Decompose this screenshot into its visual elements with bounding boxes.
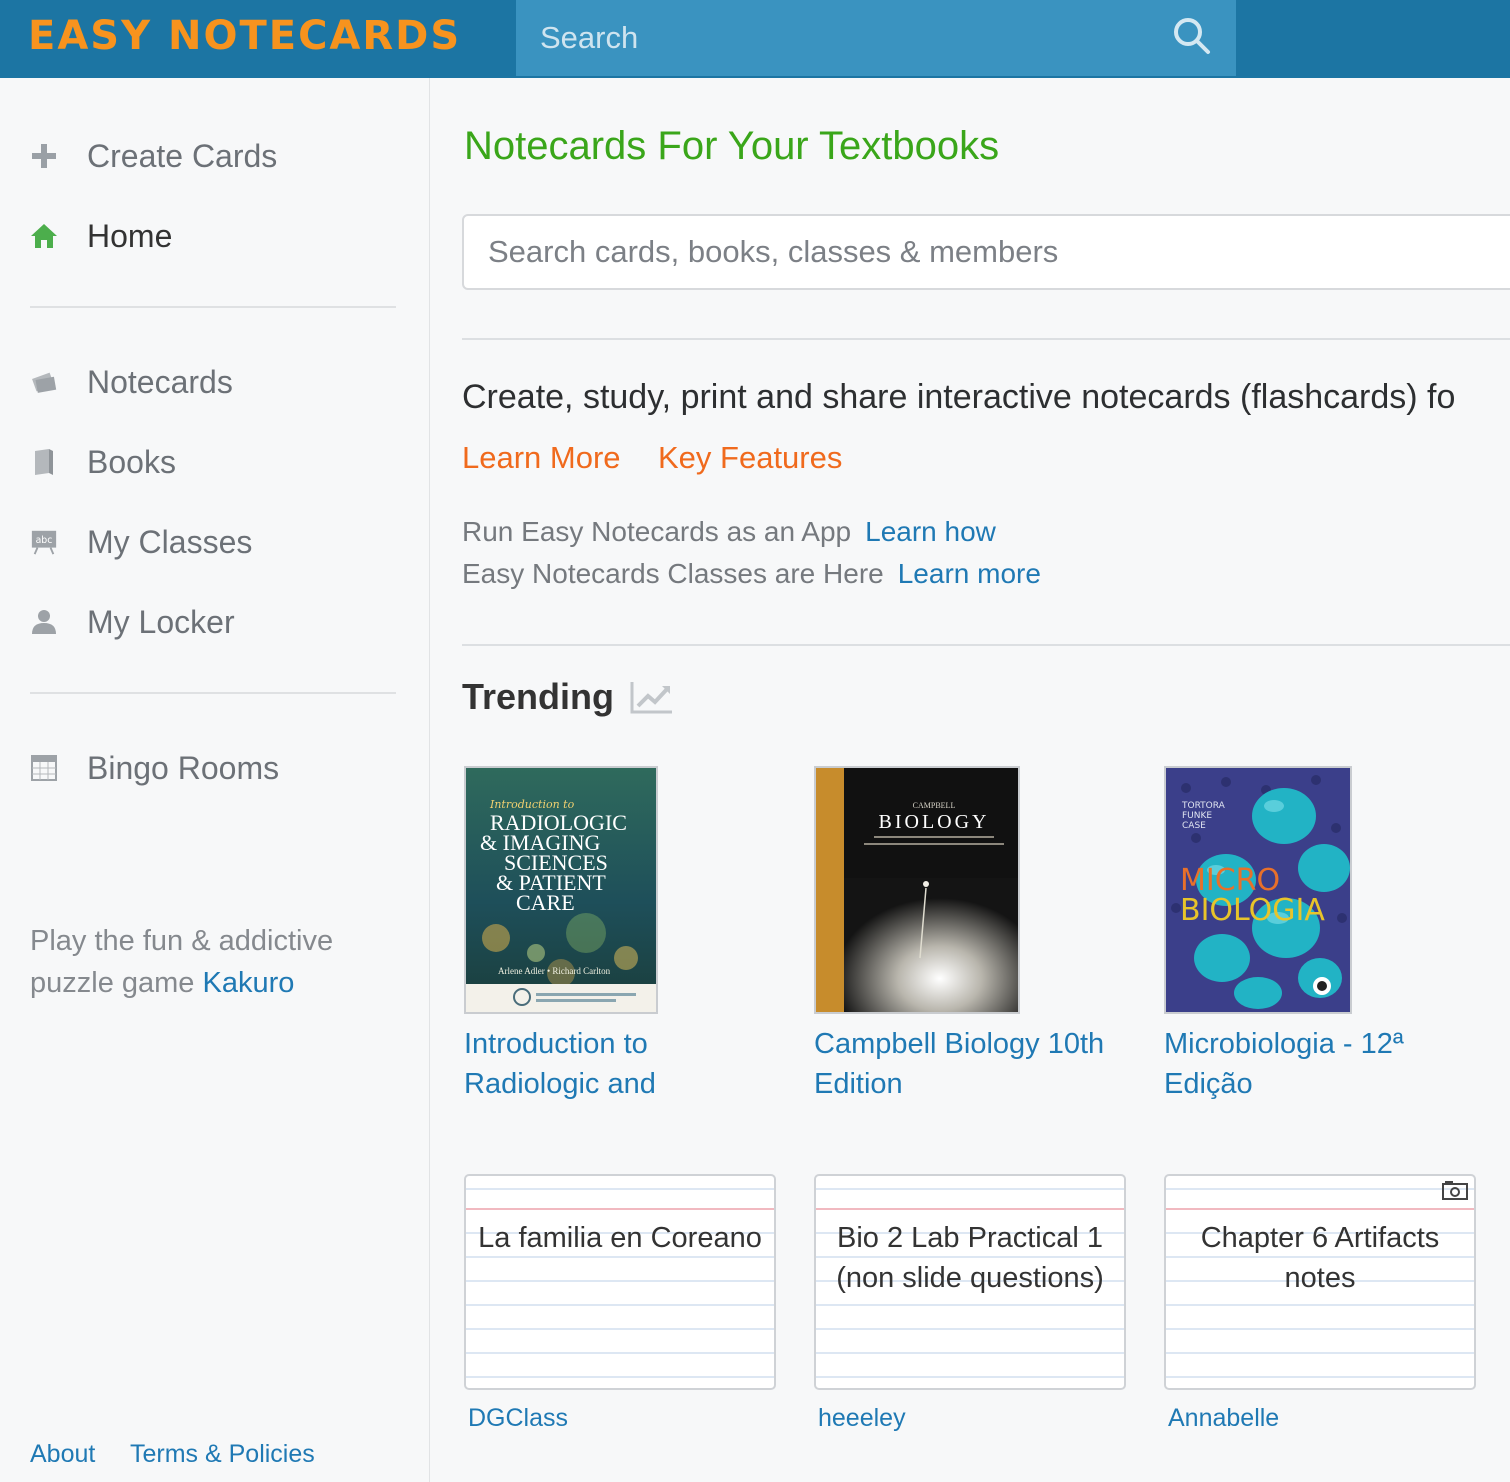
trending-label: Trending [462,676,614,717]
search-icon[interactable] [1170,14,1214,58]
main-content: Notecards For Your Textbooks Create, stu… [430,78,1510,1482]
trending-book[interactable]: TORTORA FUNKE CASE MICRO BIOLOGIA Microb… [1164,766,1464,1104]
main-search-input[interactable] [464,216,1510,288]
svg-text:FUNKE: FUNKE [1182,811,1212,821]
trending-book[interactable]: CAMPBELL BIOLOGY Campbell Biology 10th E… [814,766,1124,1104]
svg-text:Arlene Adler • Richard Carlton: Arlene Adler • Richard Carlton [498,966,611,976]
about-link[interactable]: About [30,1440,95,1469]
svg-text:EASY NOTECARDS: EASY NOTECARDS [28,13,461,58]
header-search [516,0,1236,76]
sidebar-item-notecards[interactable]: Notecards [30,360,400,404]
svg-text:TORTORA: TORTORA [1181,801,1226,811]
notecard-preview[interactable]: Bio 2 Lab Practical 1 (non slide questio… [814,1174,1126,1390]
book-title[interactable]: Campbell Biology 10th Edition [814,1024,1124,1104]
bingo-card-icon [30,754,58,782]
divider [462,644,1510,646]
kakuro-link[interactable]: Kakuro [203,967,295,999]
key-features-link[interactable]: Key Features [658,440,842,476]
sidebar-divider [30,692,396,694]
terms-link[interactable]: Terms & Policies [130,1440,315,1469]
sidebar-item-label: Home [87,217,173,254]
page-title: Notecards For Your Textbooks [464,124,1000,168]
card-author-link[interactable]: heeeley [818,1404,906,1433]
logo[interactable]: EASY NOTECARDS [28,10,468,58]
notecards-icon [30,368,58,396]
card-margin-line [466,1208,774,1210]
app-info-text: Run Easy Notecards as an App [462,516,852,547]
sidebar-item-books[interactable]: Books [30,440,400,484]
book-title[interactable]: Microbiologia - 12ª Edição [1164,1024,1464,1104]
svg-text:CARE: CARE [516,890,575,915]
notecard-preview[interactable]: La familia en Coreano [464,1174,776,1390]
camera-icon [1442,1181,1468,1200]
learn-how-link[interactable]: Learn how [865,516,996,547]
sidebar-divider [30,306,396,308]
top-bar: EASY NOTECARDS [0,0,1510,78]
plus-icon [30,142,58,170]
header-search-input[interactable] [516,0,1156,76]
user-icon [30,608,58,636]
sidebar-item-bingo-rooms[interactable]: Bingo Rooms [30,746,400,790]
book-title[interactable]: Introduction to Radiologic and [464,1024,674,1104]
sidebar: Create Cards Home Notecards Books abc My… [0,78,430,1482]
svg-text:CASE: CASE [1182,821,1206,831]
svg-text:abc: abc [36,535,53,546]
sidebar-item-home[interactable]: Home [30,214,400,258]
classes-info: Easy Notecards Classes are Here Learn mor… [462,558,1041,590]
kakuro-promo: Play the fun & addictive puzzle game Kak… [30,920,390,1004]
sidebar-item-label: My Classes [87,523,253,560]
classroom-board-icon: abc [30,528,58,556]
sidebar-item-label: My Locker [87,603,235,640]
book-cover[interactable]: TORTORA FUNKE CASE MICRO BIOLOGIA [1164,766,1352,1014]
sidebar-item-my-locker[interactable]: My Locker [30,600,400,644]
main-search [462,214,1510,290]
tagline: Create, study, print and share interacti… [462,378,1456,416]
classes-learn-more-link[interactable]: Learn more [898,558,1041,589]
svg-text:CAMPBELL: CAMPBELL [913,801,956,810]
svg-text:BIOLOGIA: BIOLOGIA [1180,893,1325,928]
svg-text:BIOLOGY: BIOLOGY [879,811,990,833]
trending-heading: Trending [462,676,674,718]
notecard-preview[interactable]: Chapter 6 Artifacts notes [1164,1174,1476,1390]
book-cover[interactable]: CAMPBELL BIOLOGY [814,766,1020,1014]
sidebar-item-label: Bingo Rooms [87,749,280,786]
notecard-title: La familia en Coreano [478,1222,762,1254]
trending-book[interactable]: Introduction to RADIOLOGIC & IMAGING SCI… [464,766,674,1104]
learn-more-link[interactable]: Learn More [462,440,621,476]
home-icon [30,222,58,250]
notecard-title: Chapter 6 Artifacts notes [1200,1222,1440,1294]
book-icon [30,448,58,476]
sidebar-item-label: Create Cards [87,137,278,174]
sidebar-item-label: Notecards [87,363,233,400]
sidebar-item-create-cards[interactable]: Create Cards [30,134,400,178]
card-margin-line [816,1208,1124,1210]
divider [462,338,1510,340]
sidebar-item-my-classes[interactable]: abc My Classes [30,520,400,564]
sidebar-item-label: Books [87,443,176,480]
notecard-title: Bio 2 Lab Practical 1 (non slide questio… [836,1222,1104,1294]
book-cover[interactable]: Introduction to RADIOLOGIC & IMAGING SCI… [464,766,658,1014]
app-info: Run Easy Notecards as an App Learn how [462,516,996,548]
trending-chart-icon [630,682,672,714]
card-author-link[interactable]: DGClass [468,1404,568,1433]
classes-info-text: Easy Notecards Classes are Here [462,558,884,589]
card-margin-line [1166,1208,1474,1210]
card-author-link[interactable]: Annabelle [1168,1404,1279,1433]
